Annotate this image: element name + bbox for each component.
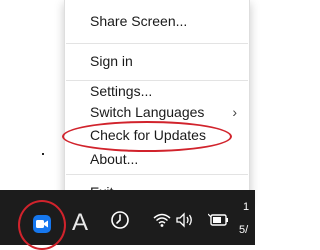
menu-separator (66, 43, 248, 44)
focus-clock-icon[interactable] (110, 210, 130, 235)
menu-item-sign-in[interactable]: Sign in (90, 52, 133, 70)
menu-separator (66, 80, 248, 81)
menu-item-share-screen[interactable]: Share Screen... (90, 12, 187, 30)
menu-item-settings[interactable]: Settings... (90, 82, 152, 100)
clock-date[interactable]: 5/ (239, 224, 248, 237)
clock-time[interactable]: 1 (243, 201, 249, 214)
volume-icon[interactable] (176, 212, 196, 233)
menu-item-switch-languages[interactable]: Switch Languages (90, 103, 204, 121)
menu-item-check-for-updates[interactable]: Check for Updates (90, 126, 206, 144)
submenu-chevron-icon: › (232, 104, 237, 120)
context-menu: Share Screen... Sign in Settings... Swit… (64, 0, 250, 204)
video-camera-icon[interactable] (33, 215, 51, 233)
wifi-icon[interactable] (153, 212, 171, 233)
battery-icon[interactable] (207, 212, 230, 233)
language-a-icon[interactable]: A (72, 210, 88, 236)
cut-off-menu-item (91, 0, 211, 3)
menu-separator (66, 174, 248, 175)
menu-item-about[interactable]: About... (90, 150, 138, 168)
taskbar: A 1 5/ (0, 190, 255, 250)
stray-dot (42, 153, 44, 155)
